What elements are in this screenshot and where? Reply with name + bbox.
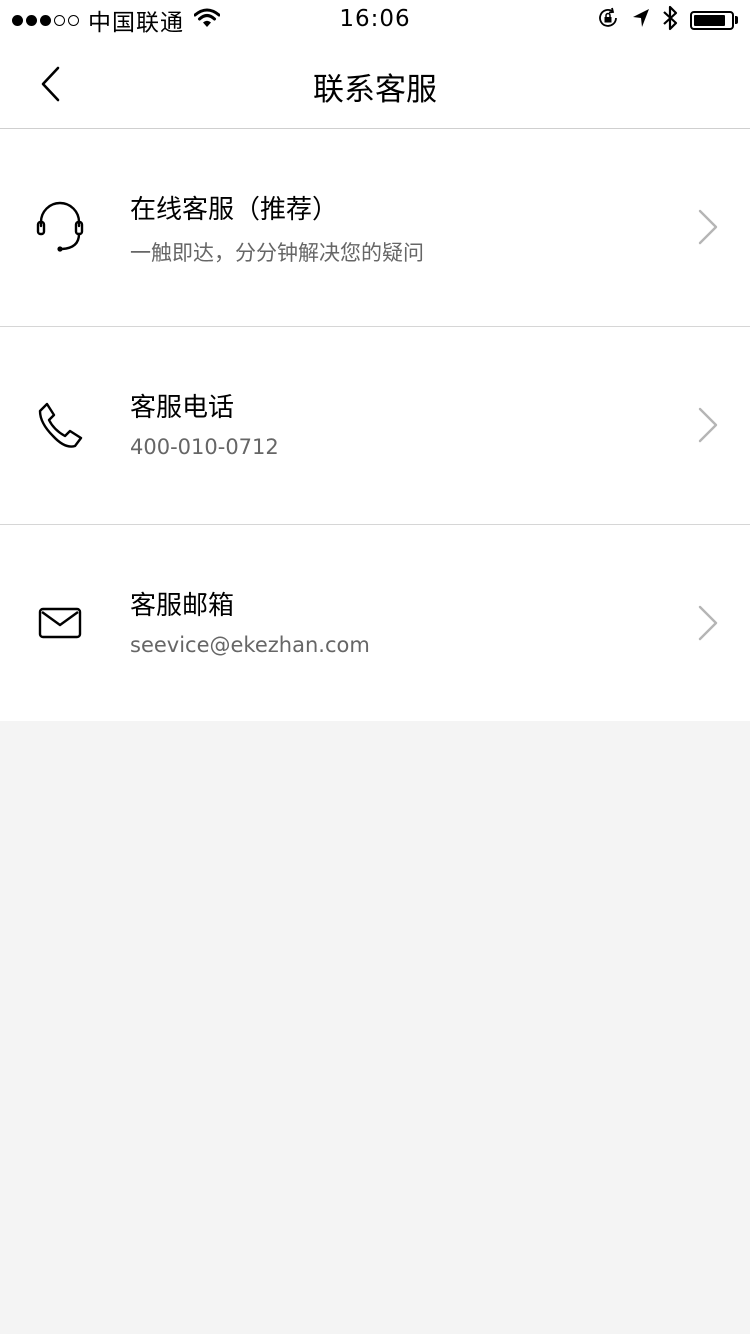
headset-icon: [32, 199, 88, 255]
mail-icon: [32, 595, 88, 651]
battery-body: [690, 10, 734, 30]
chevron-right-icon: [698, 407, 718, 443]
email-address: seevice@ekezhan.com: [130, 633, 370, 657]
chevron-right-icon: [698, 209, 718, 245]
battery-level: [694, 14, 725, 26]
page-title: 联系客服: [313, 72, 437, 108]
contact-list: 在线客服（推荐） 一触即达，分分钟解决您的疑问 客服电话 400-010-071…: [0, 129, 750, 721]
row-subtitle: 一触即达，分分钟解决您的疑问: [130, 241, 424, 265]
rotation-lock-icon: [596, 6, 620, 34]
battery-tip: [735, 16, 738, 24]
status-bar: 中国联通 16:06: [0, 0, 750, 40]
row-title: 在线客服（推荐）: [130, 195, 339, 225]
row-title: 客服电话: [130, 393, 235, 423]
phone-icon: [32, 397, 88, 453]
row-title: 客服邮箱: [130, 591, 235, 621]
status-right: [596, 5, 738, 35]
phone-number: 400-010-0712: [130, 435, 279, 459]
navigation-bar: 联系客服: [0, 40, 750, 129]
bluetooth-icon: [662, 5, 678, 35]
phone-service-row[interactable]: 客服电话 400-010-0712: [0, 327, 750, 525]
email-service-row[interactable]: 客服邮箱 seevice@ekezhan.com: [0, 525, 750, 721]
chevron-right-icon: [698, 605, 718, 641]
location-arrow-icon: [632, 8, 650, 32]
battery-icon: [690, 10, 738, 30]
online-service-row[interactable]: 在线客服（推荐） 一触即达，分分钟解决您的疑问: [0, 129, 750, 327]
